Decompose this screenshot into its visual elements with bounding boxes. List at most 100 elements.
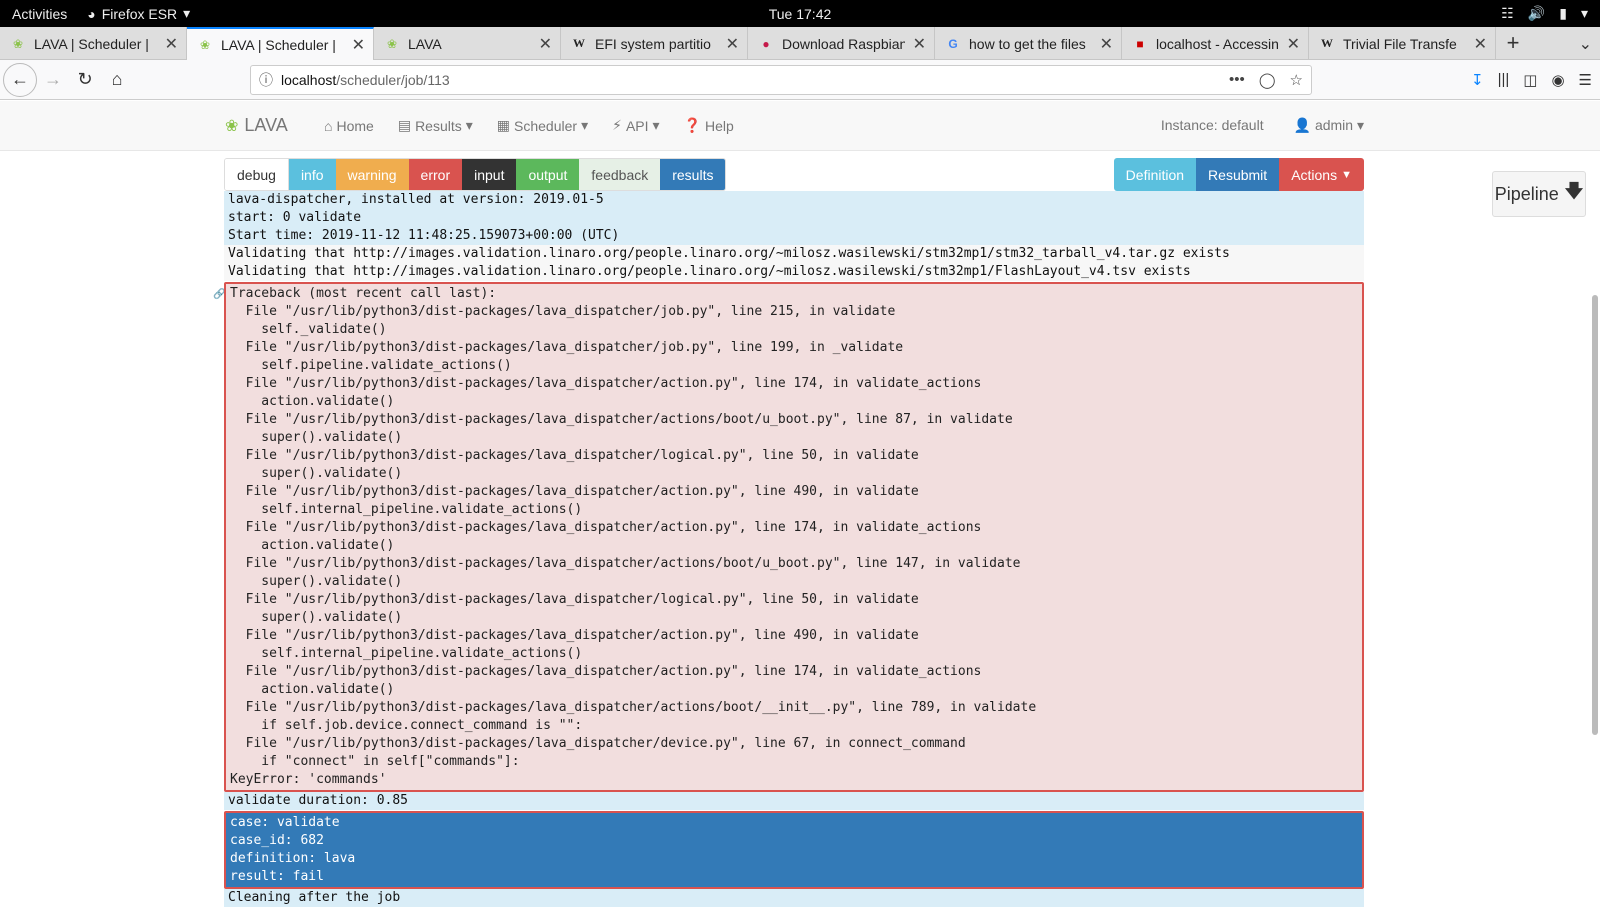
browser-tab[interactable]: W EFI system partitio ✕ (561, 27, 748, 60)
traceback-line: action.validate() (230, 394, 395, 409)
close-icon[interactable]: ✕ (726, 34, 739, 54)
pocket-icon[interactable]: ◯ (1259, 71, 1276, 89)
tab-strip: ❀ LAVA | Scheduler | ✕ ❀ LAVA | Scheduler | ✕… (0, 27, 1600, 61)
scrollbar-thumb[interactable] (1592, 295, 1598, 735)
url-bar[interactable]: ⓘ localhost/scheduler/job/113 ••• ◯ ☆ (250, 65, 1312, 95)
actions-label: Actions (1291, 166, 1338, 183)
traceback-line: super().validate() (230, 574, 403, 589)
traceback-line: KeyError: 'commands' (230, 772, 387, 787)
chevron-down-icon: ▾ (1580, 5, 1588, 21)
traceback-line: File "/usr/lib/python3/dist-packages/lav… (230, 448, 919, 463)
browser-tab[interactable]: ❀ LAVA | Scheduler | ✕ (187, 27, 374, 61)
browser-tab[interactable]: ■ localhost - Accessin ✕ (1122, 27, 1309, 60)
sidebar-icon[interactable]: ◫ (1523, 71, 1537, 89)
caret-down-icon: ▾ (465, 117, 473, 133)
tab-title: LAVA | Scheduler | (34, 35, 149, 52)
close-icon[interactable]: ✕ (913, 34, 926, 54)
library-icon[interactable]: ||| (1498, 71, 1510, 88)
system-tray[interactable]: ☷ 🔊 ▮ ▾ (1501, 0, 1588, 27)
browser-tab[interactable]: W Trivial File Transfe ✕ (1309, 27, 1496, 60)
actions-dropdown[interactable]: Actions ▼ (1279, 158, 1364, 191)
resubmit-button[interactable]: Resubmit (1196, 158, 1280, 191)
tab-title: EFI system partitio (595, 35, 711, 52)
lava-brand[interactable]: ❀ LAVA (225, 115, 288, 136)
lava-leaf-icon: ❀ (225, 117, 239, 135)
clock[interactable]: Tue 17:42 (0, 6, 1600, 22)
filter-error[interactable]: error (408, 159, 463, 190)
definition-button[interactable]: Definition (1113, 158, 1197, 191)
filter-input[interactable]: input (462, 159, 517, 190)
page-actions-icon[interactable]: ••• (1229, 71, 1245, 89)
localhost-icon: ■ (1136, 36, 1144, 51)
wikipedia-icon: W (1321, 36, 1333, 50)
traceback-line: File "/usr/lib/python3/dist-packages/lav… (230, 664, 982, 679)
close-icon[interactable]: ✕ (1474, 34, 1487, 54)
home-button[interactable]: ⌂ (101, 64, 133, 96)
menu-help[interactable]: ❓ Help (684, 117, 734, 134)
traceback-line: super().validate() (230, 610, 403, 625)
app-menu[interactable]: ◕ Firefox ESR ▾ (79, 5, 190, 22)
close-icon[interactable]: ✕ (539, 34, 552, 54)
tab-title: LAVA (408, 35, 442, 52)
caret-down-icon: ▾ (1356, 117, 1364, 133)
google-icon: G (948, 36, 958, 51)
filter-feedback[interactable]: feedback (579, 159, 661, 190)
traceback-line: File "/usr/lib/python3/dist-packages/lav… (230, 592, 919, 607)
menu-home[interactable]: ⌂ Home (324, 117, 374, 134)
result-line: case_id: 682 (230, 833, 324, 848)
close-icon[interactable]: ✕ (352, 35, 365, 55)
tab-title: localhost - Accessin (1156, 35, 1279, 52)
firefox-icon: ◕ (87, 5, 96, 22)
lava-menu: ⌂ Home ▤ Results ▾ ▦ Scheduler ▾ ⚡ API ▾ ❓ Help (324, 117, 734, 134)
filter-debug[interactable]: debug (225, 159, 289, 190)
browser-tab[interactable]: ● Download Raspbian ✕ (748, 27, 935, 60)
traceback-line: self._validate() (230, 322, 387, 337)
forward-button[interactable]: → (37, 64, 69, 96)
close-icon[interactable]: ✕ (1100, 34, 1113, 54)
url-host: localhost (281, 72, 337, 88)
gnome-top-bar: Activities ◕ Firefox ESR ▾ Tue 17:42 ☷ 🔊… (0, 0, 1600, 27)
new-tab-button[interactable]: + (1496, 27, 1530, 59)
menu-results[interactable]: ▤ Results ▾ (398, 117, 473, 134)
caret-down-icon: ▼ (1341, 168, 1352, 181)
close-icon[interactable]: ✕ (165, 34, 178, 54)
instance-label: Instance: default (1160, 117, 1264, 133)
filter-info[interactable]: info (288, 159, 336, 190)
hamburger-menu-icon[interactable]: ☰ (1579, 71, 1592, 89)
tab-title: Trivial File Transfe (1343, 35, 1457, 52)
browser-tab[interactable]: ❀ LAVA ✕ (374, 27, 561, 60)
log-line: start: 0 validate (224, 209, 1364, 227)
traceback-line: self.pipeline.validate_actions() (230, 358, 512, 373)
activities-button[interactable]: Activities (0, 6, 79, 22)
tab-list-chevron-icon[interactable]: ⌄ (1579, 27, 1592, 60)
lava-leaf-icon: ❀ (199, 38, 211, 52)
traceback-line: File "/usr/lib/python3/dist-packages/lav… (230, 304, 896, 319)
reload-button[interactable]: ↻ (69, 64, 101, 96)
bookmark-star-icon[interactable]: ☆ (1290, 71, 1303, 89)
filter-warning[interactable]: warning (335, 159, 409, 190)
user-menu[interactable]: 👤 admin ▾ (1294, 117, 1364, 134)
downloads-icon[interactable]: ↧ (1471, 71, 1484, 89)
browser-tab[interactable]: ❀ LAVA | Scheduler | ✕ (0, 27, 187, 60)
filter-results[interactable]: results (660, 159, 726, 190)
result-block: case: validate case_id: 682 definition: la… (224, 811, 1364, 889)
menu-help-label: Help (704, 117, 734, 134)
account-icon[interactable]: ◉ (1551, 71, 1564, 89)
pipeline-button[interactable]: Pipeline 🡇 (1492, 171, 1586, 217)
menu-scheduler[interactable]: ▦ Scheduler ▾ (497, 117, 588, 134)
traceback-line: File "/usr/lib/python3/dist-packages/lav… (230, 700, 1037, 715)
user-icon: 👤 (1293, 117, 1312, 133)
menu-results-label: Results (415, 117, 462, 134)
wikipedia-icon: W (573, 36, 585, 50)
menu-api[interactable]: ⚡ API ▾ (612, 117, 659, 134)
close-icon[interactable]: ✕ (1287, 34, 1300, 54)
traceback-line: File "/usr/lib/python3/dist-packages/lav… (230, 556, 1021, 571)
chevron-down-icon: ▾ (183, 5, 191, 21)
traceback-line: File "/usr/lib/python3/dist-packages/lav… (230, 412, 1013, 427)
browser-tab[interactable]: Ghow to get the files ✕ (935, 27, 1122, 60)
back-button[interactable]: ← (3, 62, 37, 97)
menu-home-label: Home (336, 117, 374, 134)
filter-output[interactable]: output (516, 159, 580, 190)
navigation-toolbar: ← → ↻ ⌂ ⓘ localhost/scheduler/job/113 ••… (0, 60, 1600, 100)
home-icon: ⌂ (324, 117, 333, 134)
